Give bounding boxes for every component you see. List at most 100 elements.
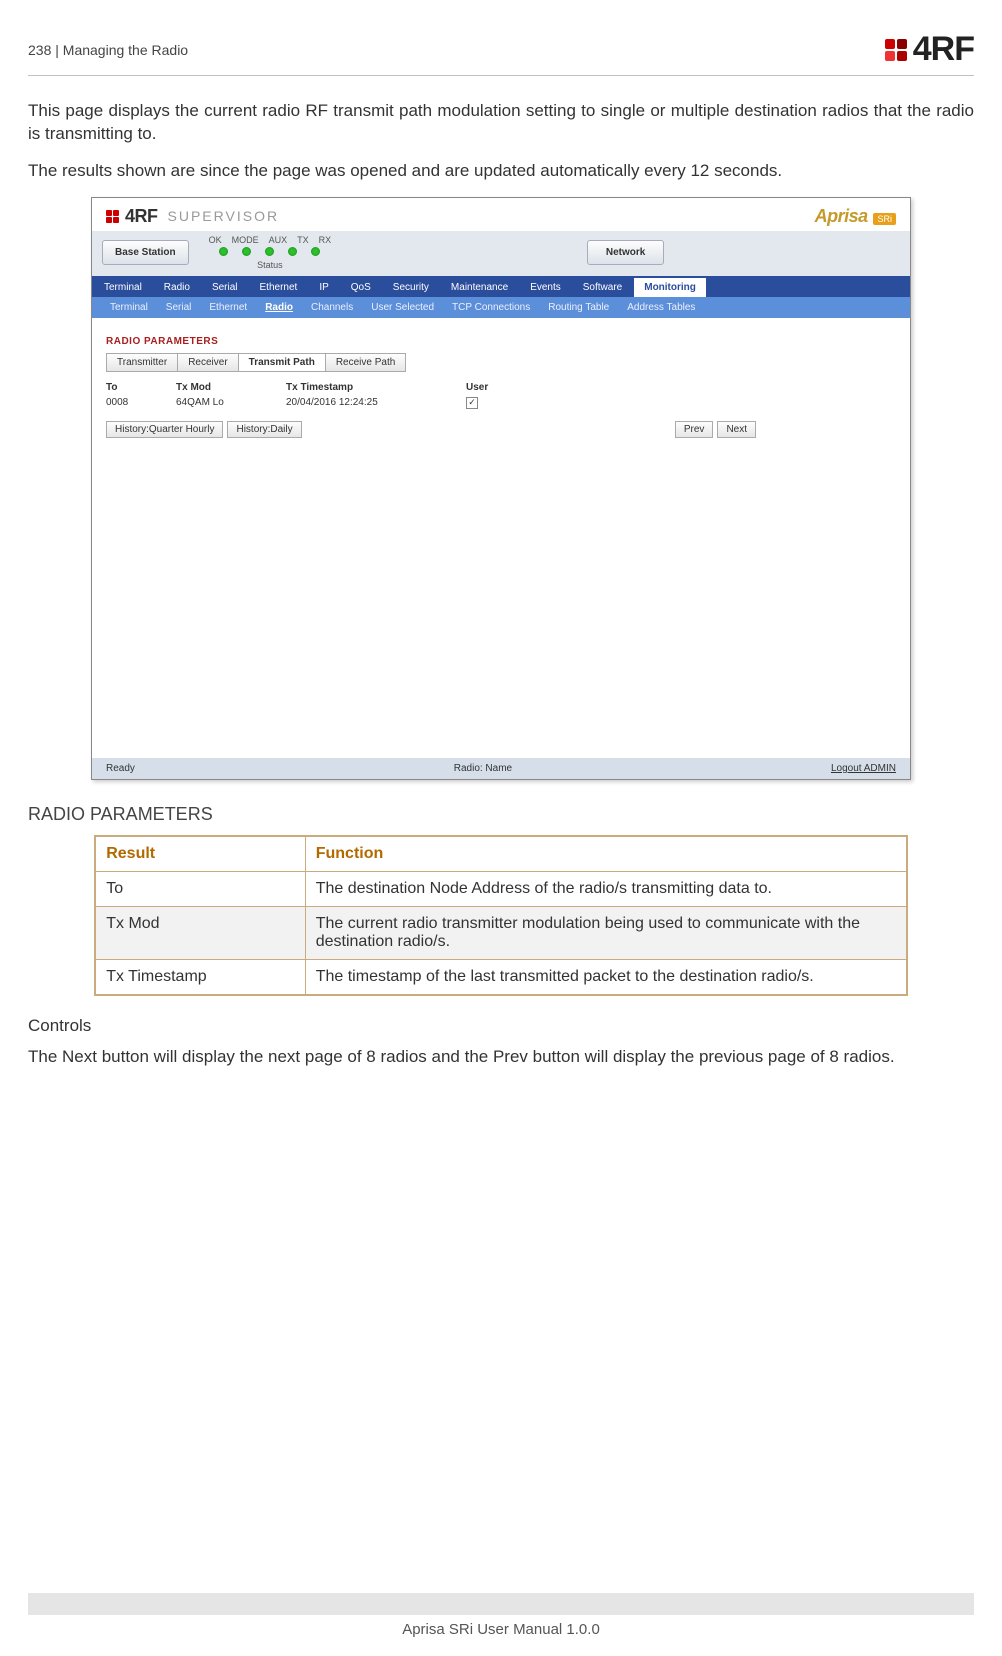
aprisa-badge: SRi <box>873 213 896 225</box>
tab-terminal[interactable]: Terminal <box>94 278 152 297</box>
aprisa-logo: Aprisa SRi <box>815 206 896 227</box>
controls-heading: Controls <box>28 1016 974 1036</box>
app-screenshot: 4RF SUPERVISOR Aprisa SRi Base Station O… <box>28 197 974 780</box>
section-heading: RADIO PARAMETERS <box>28 804 974 825</box>
led-label-tx: TX <box>297 235 309 245</box>
network-button[interactable]: Network <box>587 240 664 265</box>
subtab-channels[interactable]: Channels <box>303 299 361 316</box>
status-row: Base Station OK MODE AUX TX RX Status <box>92 231 910 276</box>
panel-title: RADIO PARAMETERS <box>106 336 896 347</box>
status-word: Status <box>257 260 283 270</box>
app-top-bar: 4RF SUPERVISOR Aprisa SRi <box>92 198 910 231</box>
brand-logo: 4RF <box>885 30 974 69</box>
col-to: To <box>106 382 176 393</box>
row-function: The timestamp of the last transmitted pa… <box>305 959 907 995</box>
primary-tabs: Terminal Radio Serial Ethernet IP QoS Se… <box>92 276 910 297</box>
page-number: 238 <box>28 42 51 58</box>
parameters-table: Result Function To The destination Node … <box>94 835 908 996</box>
led-label-mode: MODE <box>232 235 259 245</box>
history-row: History:Quarter Hourly History:Daily Pre… <box>106 421 756 438</box>
page-header: 238 | Managing the Radio 4RF <box>28 30 974 76</box>
footer-ready: Ready <box>106 763 135 774</box>
separator: | <box>55 42 63 58</box>
led-tx-icon <box>288 247 297 256</box>
subtab-serial[interactable]: Serial <box>158 299 200 316</box>
app-footer: Ready Radio: Name Logout ADMIN <box>92 758 910 779</box>
supervisor-brand: 4RF <box>125 206 158 227</box>
logout-link[interactable]: Logout ADMIN <box>831 763 896 774</box>
cell-ts: 20/04/2016 12:24:25 <box>286 397 466 408</box>
page-footer: Aprisa SRi User Manual 1.0.0 <box>0 1593 1002 1638</box>
row-function: The current radio transmitter modulation… <box>305 906 907 959</box>
status-leds: OK MODE AUX TX RX Status <box>209 235 332 270</box>
aprisa-word: Aprisa <box>815 206 868 226</box>
subtab-radio[interactable]: Radio <box>257 299 301 316</box>
secondary-tabs: Terminal Serial Ethernet Radio Channels … <box>92 297 910 318</box>
manual-version: Aprisa SRi User Manual 1.0.0 <box>402 1621 600 1638</box>
supervisor-app: 4RF SUPERVISOR Aprisa SRi Base Station O… <box>91 197 911 780</box>
tab-radio[interactable]: Radio <box>154 278 200 297</box>
brand-dots-icon <box>885 39 907 61</box>
intro-paragraph-2: The results shown are since the page was… <box>28 160 974 183</box>
subtab-terminal[interactable]: Terminal <box>102 299 156 316</box>
footer-bar <box>28 1593 974 1615</box>
subtab-tcp[interactable]: TCP Connections <box>444 299 538 316</box>
tab-monitoring[interactable]: Monitoring <box>634 278 706 297</box>
footer-radio-name: Radio: Name <box>454 763 512 774</box>
led-label-rx: RX <box>319 235 332 245</box>
subtab-address[interactable]: Address Tables <box>619 299 703 316</box>
user-checkbox[interactable]: ✓ <box>466 397 478 409</box>
tab-software[interactable]: Software <box>573 278 632 297</box>
cell-to: 0008 <box>106 397 176 408</box>
brand-text: 4RF <box>913 30 974 69</box>
controls-text: The Next button will display the next pa… <box>28 1046 974 1069</box>
tab-ip[interactable]: IP <box>309 278 338 297</box>
radio-subtabs: Transmitter Receiver Transmit Path Recei… <box>106 353 896 372</box>
subtab-transmitter[interactable]: Transmitter <box>106 353 178 372</box>
led-rx-icon <box>311 247 320 256</box>
tab-serial[interactable]: Serial <box>202 278 248 297</box>
row-result: To <box>95 871 305 906</box>
col-ts: Tx Timestamp <box>286 382 466 393</box>
tab-qos[interactable]: QoS <box>341 278 381 297</box>
grid-row: 0008 64QAM Lo 20/04/2016 12:24:25 ✓ <box>106 393 896 413</box>
led-labels: OK MODE AUX TX RX <box>209 235 332 245</box>
subtab-transmit-path[interactable]: Transmit Path <box>238 353 326 372</box>
col-txmod: Tx Mod <box>176 382 286 393</box>
tab-events[interactable]: Events <box>520 278 571 297</box>
section-title: Managing the Radio <box>63 42 188 58</box>
table-row: To The destination Node Address of the r… <box>95 871 907 906</box>
app-body: RADIO PARAMETERS Transmitter Receiver Tr… <box>92 318 910 618</box>
subtab-receive-path[interactable]: Receive Path <box>325 353 406 372</box>
led-mode-icon <box>242 247 251 256</box>
table-row: Tx Mod The current radio transmitter mod… <box>95 906 907 959</box>
row-result: Tx Mod <box>95 906 305 959</box>
led-label-ok: OK <box>209 235 222 245</box>
page-number-section: 238 | Managing the Radio <box>28 42 188 58</box>
supervisor-sub: SUPERVISOR <box>168 208 280 224</box>
supervisor-logo: 4RF SUPERVISOR <box>106 206 279 227</box>
history-daily-button[interactable]: History:Daily <box>227 421 301 438</box>
cell-txmod: 64QAM Lo <box>176 397 286 408</box>
mini-dots-icon <box>106 210 119 223</box>
subtab-receiver[interactable]: Receiver <box>177 353 238 372</box>
prev-button[interactable]: Prev <box>675 421 714 438</box>
tab-security[interactable]: Security <box>383 278 439 297</box>
grid-header: To Tx Mod Tx Timestamp User <box>106 382 896 393</box>
history-quarter-hourly-button[interactable]: History:Quarter Hourly <box>106 421 223 438</box>
tab-maintenance[interactable]: Maintenance <box>441 278 518 297</box>
intro-paragraph-1: This page displays the current radio RF … <box>28 100 974 146</box>
tab-ethernet[interactable]: Ethernet <box>250 278 308 297</box>
th-function: Function <box>305 836 907 872</box>
row-result: Tx Timestamp <box>95 959 305 995</box>
base-station-button[interactable]: Base Station <box>102 240 189 265</box>
subtab-ethernet[interactable]: Ethernet <box>201 299 255 316</box>
table-row: Tx Timestamp The timestamp of the last t… <box>95 959 907 995</box>
row-function: The destination Node Address of the radi… <box>305 871 907 906</box>
subtab-routing[interactable]: Routing Table <box>540 299 617 316</box>
led-label-aux: AUX <box>269 235 288 245</box>
col-user: User <box>466 382 526 393</box>
subtab-user-selected[interactable]: User Selected <box>363 299 442 316</box>
led-ok-icon <box>219 247 228 256</box>
next-button[interactable]: Next <box>717 421 756 438</box>
